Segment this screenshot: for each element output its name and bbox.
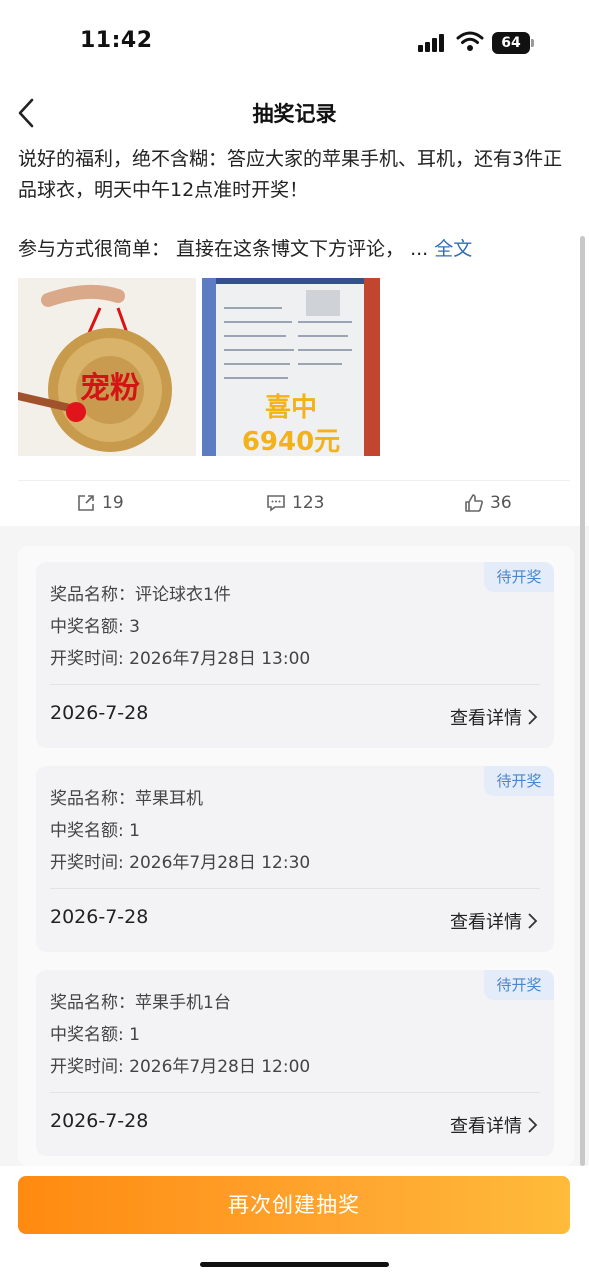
like-button[interactable]: 36 xyxy=(464,493,512,513)
fulltext-link[interactable]: 全文 xyxy=(434,238,472,260)
status-bar: 11:42 64 xyxy=(0,0,589,86)
bottom-bar: 再次创建抽奖 xyxy=(0,1166,589,1280)
prize-name: 奖品名称：苹果耳机 xyxy=(50,789,203,809)
scrollbar[interactable] xyxy=(580,236,585,1166)
status-badge: 待开奖 xyxy=(484,970,554,1000)
status-badge: 待开奖 xyxy=(484,562,554,592)
battery-icon: 64 xyxy=(492,32,534,54)
like-count: 36 xyxy=(490,493,512,513)
winner-count: 中奖名额: 1 xyxy=(50,821,140,841)
create-lottery-again-button[interactable]: 再次创建抽奖 xyxy=(18,1176,570,1234)
comment-icon xyxy=(267,495,285,512)
winner-count: 中奖名额: 3 xyxy=(50,617,140,637)
view-details-link[interactable]: 查看详情 xyxy=(450,704,538,730)
page-title: 抽奖记录 xyxy=(252,102,337,126)
receipt-caption-1: 喜中 xyxy=(265,393,317,423)
cellular-signal-icon xyxy=(418,34,448,52)
card-divider xyxy=(50,888,540,889)
winner-count: 中奖名额: 1 xyxy=(50,1025,140,1045)
share-count: 19 xyxy=(102,493,124,513)
battery-level: 64 xyxy=(492,32,530,54)
post-action-bar: 19 123 36 xyxy=(18,480,570,526)
status-time: 11:42 xyxy=(80,28,153,53)
share-icon xyxy=(78,495,94,511)
comment-count: 123 xyxy=(292,493,325,513)
prize-name: 奖品名称：评论球衣1件 xyxy=(50,585,231,605)
card-date: 2026-7-28 xyxy=(50,1110,149,1132)
status-badge: 待开奖 xyxy=(484,766,554,796)
view-details-link[interactable]: 查看详情 xyxy=(450,908,538,934)
lottery-card[interactable]: 待开奖 奖品名称：苹果耳机 中奖名额: 1 开奖时间: 2026年7月28日 1… xyxy=(36,766,554,952)
lottery-card[interactable]: 待开奖 奖品名称：评论球衣1件 中奖名额: 3 开奖时间: 2026年7月28日… xyxy=(36,562,554,748)
home-indicator xyxy=(0,1250,589,1280)
thumbs-up-icon xyxy=(465,494,483,512)
chevron-right-icon xyxy=(528,913,538,929)
lottery-card[interactable]: 待开奖 奖品名称：苹果手机1台 中奖名额: 1 开奖时间: 2026年7月28日… xyxy=(36,970,554,1156)
view-details-label: 查看详情 xyxy=(450,708,522,729)
chevron-right-icon xyxy=(528,1117,538,1133)
draw-time: 开奖时间: 2026年7月28日 12:00 xyxy=(50,1057,311,1077)
prize-name: 奖品名称：苹果手机1台 xyxy=(50,993,231,1013)
draw-time: 开奖时间: 2026年7月28日 12:30 xyxy=(50,853,311,873)
post-text-excerpt: 参与方式很简单： 直接在这条博文下方评论， ... xyxy=(18,238,435,260)
wifi-icon xyxy=(456,30,484,52)
share-button[interactable]: 19 xyxy=(76,493,124,513)
post-image-gong[interactable]: 宠粉 xyxy=(18,278,196,456)
card-divider xyxy=(50,684,540,685)
card-date: 2026-7-28 xyxy=(50,702,149,724)
post-text: 说好的福利，绝不含糊：答应大家的苹果手机、耳机，还有3件正品球衣，明天中午12点… xyxy=(18,148,563,201)
card-divider xyxy=(50,1092,540,1093)
chevron-right-icon xyxy=(528,709,538,725)
view-details-label: 查看详情 xyxy=(450,1116,522,1137)
receipt-caption-2: 6940元 xyxy=(242,427,340,456)
view-details-label: 查看详情 xyxy=(450,912,522,933)
weibo-post: 说好的福利，绝不含糊：答应大家的苹果手机、耳机，还有3件正品球衣，明天中午12点… xyxy=(0,140,589,525)
comment-button[interactable]: 123 xyxy=(266,493,324,513)
card-date: 2026-7-28 xyxy=(50,906,149,928)
lottery-list: 待开奖 奖品名称：评论球衣1件 中奖名额: 3 开奖时间: 2026年7月28日… xyxy=(18,546,574,1166)
nav-bar: 抽奖记录 xyxy=(0,86,589,140)
gong-caption: 宠粉 xyxy=(80,371,140,406)
view-details-link[interactable]: 查看详情 xyxy=(450,1112,538,1138)
draw-time: 开奖时间: 2026年7月28日 13:00 xyxy=(50,649,311,669)
post-text-continued: 参与方式很简单： 直接在这条博文下方评论， ... 全文 xyxy=(18,234,558,265)
post-image-receipt[interactable]: 喜中 6940元 xyxy=(202,278,380,456)
